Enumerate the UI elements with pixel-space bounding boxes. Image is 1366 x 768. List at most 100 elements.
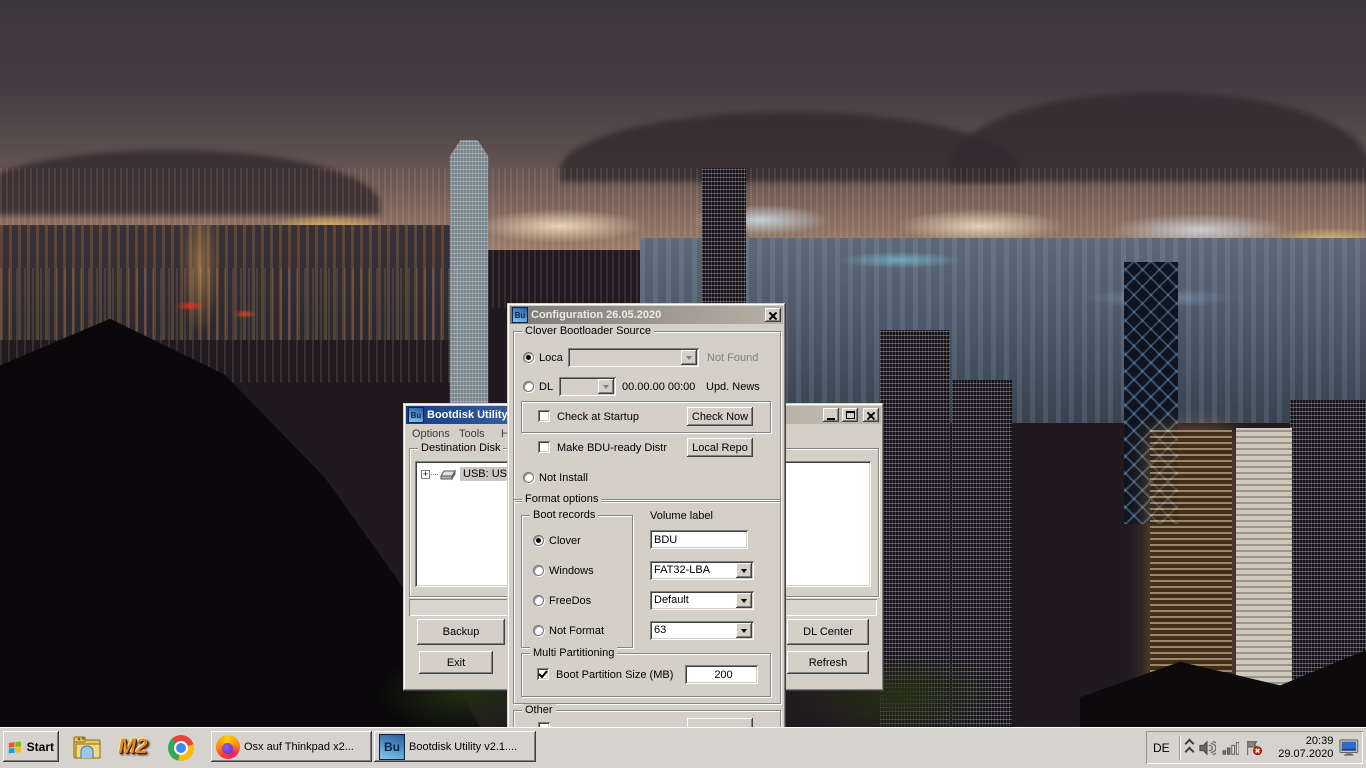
- sectors-combobox[interactable]: 63: [650, 621, 754, 640]
- boot-partition-size-input-wrap: [685, 665, 758, 684]
- boot-partition-size-input[interactable]: [685, 665, 758, 684]
- chrome-logo: [168, 735, 194, 761]
- windows-radio-label[interactable]: Windows: [549, 565, 594, 577]
- combo-arrow-button: [598, 379, 614, 394]
- clover-source-label: Clover Bootloader Source: [522, 325, 654, 337]
- not-format-radio-label[interactable]: Not Format: [549, 625, 604, 637]
- maximize-icon: [846, 411, 855, 419]
- dl-radio-label[interactable]: DL: [539, 381, 553, 393]
- backup-button[interactable]: Backup: [417, 619, 505, 645]
- start-button[interactable]: Start: [3, 731, 59, 762]
- checkmark-icon: [538, 669, 548, 679]
- close-icon: [768, 311, 778, 320]
- menu-options[interactable]: Options: [408, 426, 454, 442]
- refresh-label: Refresh: [809, 657, 848, 669]
- close-button[interactable]: [863, 408, 879, 422]
- upd-news-label[interactable]: Upd. News: [706, 381, 760, 393]
- exit-button[interactable]: Exit: [419, 651, 493, 674]
- firefox-icon: [216, 735, 240, 759]
- local-radio[interactable]: [523, 352, 534, 363]
- check-now-label: Check Now: [692, 411, 748, 423]
- explorer-folder-icon[interactable]: [71, 732, 103, 764]
- boot-partition-size-label[interactable]: Boot Partition Size (MB): [556, 669, 673, 681]
- refresh-button[interactable]: Refresh: [787, 651, 869, 674]
- bootdisk-taskbar-icon: Bu: [379, 734, 405, 760]
- dl-radio[interactable]: [523, 381, 534, 392]
- start-label: Start: [27, 740, 54, 754]
- alignment-value: Default: [654, 594, 689, 606]
- display-monitor-icon[interactable]: [1339, 738, 1359, 757]
- volume-label-caption: Volume label: [650, 510, 713, 522]
- exit-label: Exit: [447, 657, 465, 669]
- tree-dotline: [431, 473, 438, 475]
- dl-version-text: 00.00.00 00:00: [622, 381, 695, 393]
- minimize-button[interactable]: [823, 408, 839, 422]
- dropdown-arrow-icon: [741, 629, 747, 633]
- filesystem-value: FAT32-LBA: [654, 564, 710, 576]
- check-at-startup-label[interactable]: Check at Startup: [557, 411, 639, 423]
- make-bdu-checkbox[interactable]: [538, 441, 550, 453]
- boot-partition-size-checkbox[interactable]: [537, 668, 549, 680]
- not-format-radio[interactable]: [533, 625, 544, 636]
- volume-label-input-wrap: [650, 530, 748, 549]
- task-button-bootdisk[interactable]: Bu Bootdisk Utility v2.1....: [374, 731, 536, 762]
- check-now-button[interactable]: Check Now: [687, 407, 753, 426]
- tree-row-usb[interactable]: + USB: US: [421, 466, 510, 482]
- config-dialog-title: Configuration 26.05.2020: [531, 309, 762, 321]
- local-status-text: Not Found: [707, 352, 758, 364]
- local-radio-label[interactable]: Loca: [539, 352, 563, 364]
- maximize-button[interactable]: [842, 408, 858, 422]
- other-group-label: Other: [522, 704, 556, 716]
- menu-tools[interactable]: Tools: [455, 426, 489, 442]
- config-close-button[interactable]: [765, 308, 781, 322]
- chevron-up-icon: [1184, 747, 1194, 757]
- chrome-icon[interactable]: [166, 733, 196, 763]
- windows-radio[interactable]: [533, 565, 544, 576]
- dl-version-combobox: [559, 377, 616, 396]
- check-at-startup-checkbox[interactable]: [538, 410, 550, 422]
- local-repo-button[interactable]: Local Repo: [687, 438, 753, 457]
- m2-app-icon[interactable]: M2: [114, 730, 152, 764]
- freedos-radio[interactable]: [533, 595, 544, 606]
- task-button-firefox[interactable]: Osx auf Thinkpad x2...: [211, 731, 372, 762]
- flag-error-icon[interactable]: [1245, 739, 1263, 757]
- clover-radio[interactable]: [533, 535, 544, 546]
- volume-label-input[interactable]: [650, 530, 748, 549]
- dl-center-label: DL Center: [803, 626, 853, 638]
- bootdisk-app-icon: Bu: [408, 407, 424, 423]
- filesystem-combobox[interactable]: FAT32-LBA: [650, 561, 754, 580]
- task2-label: Bootdisk Utility v2.1....: [409, 741, 517, 753]
- desktop: Bu Bootdisk Utility v2.1 Options Tools H…: [0, 0, 1366, 768]
- dropdown-arrow-icon: [603, 385, 609, 389]
- combo-arrow-button: [681, 350, 697, 365]
- not-install-radio[interactable]: [523, 472, 534, 483]
- tree-item-usb-label[interactable]: USB: US: [460, 467, 510, 481]
- m2-logo: M2: [118, 735, 147, 759]
- network-signal-icon[interactable]: [1222, 739, 1240, 757]
- combo-arrow-button[interactable]: [736, 563, 752, 578]
- config-titlebar[interactable]: Bu Configuration 26.05.2020: [510, 306, 783, 324]
- language-indicator[interactable]: DE: [1150, 741, 1173, 755]
- freedos-radio-label[interactable]: FreeDos: [549, 595, 591, 607]
- boot-records-label: Boot records: [530, 509, 598, 521]
- clover-radio-label[interactable]: Clover: [549, 535, 581, 547]
- backup-label: Backup: [443, 626, 480, 638]
- taskbar: Start M2 Osx auf Thinkpad x2... Bu Bootd…: [0, 727, 1366, 768]
- not-install-label[interactable]: Not Install: [539, 472, 588, 484]
- clock-date: 29.07.2020: [1271, 748, 1333, 761]
- minimize-icon: [827, 418, 835, 420]
- alignment-combobox[interactable]: Default: [650, 591, 754, 610]
- dropdown-arrow-icon: [686, 356, 692, 360]
- dl-center-button[interactable]: DL Center: [787, 619, 869, 645]
- make-bdu-label[interactable]: Make BDU-ready Distr: [557, 442, 667, 454]
- sectors-value: 63: [654, 624, 666, 636]
- local-repo-label: Local Repo: [692, 442, 748, 454]
- clock-time: 20:39: [1271, 735, 1333, 748]
- volume-icon[interactable]: [1199, 739, 1216, 757]
- dropdown-arrow-icon: [741, 569, 747, 573]
- hide-icons-chevron[interactable]: [1186, 740, 1193, 755]
- combo-arrow-button[interactable]: [736, 593, 752, 608]
- tray-clock[interactable]: 20:39 29.07.2020: [1271, 735, 1333, 761]
- tree-expand-icon[interactable]: +: [421, 470, 430, 479]
- combo-arrow-button[interactable]: [736, 623, 752, 638]
